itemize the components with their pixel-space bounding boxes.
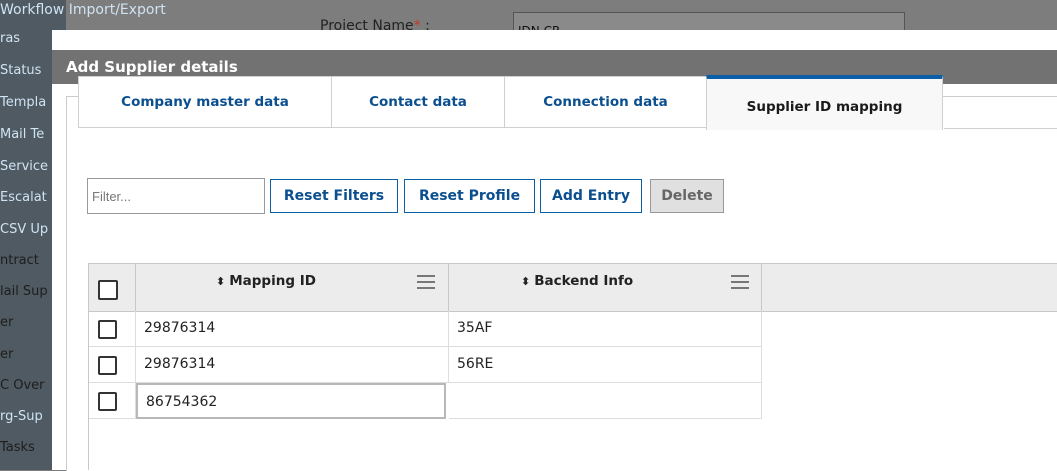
column-menu-icon[interactable]	[731, 275, 749, 289]
column-label: ⬍ Mapping ID	[216, 273, 316, 289]
reset-profile-button[interactable]: Reset Profile	[404, 179, 535, 213]
delete-button[interactable]: Delete	[650, 179, 724, 213]
column-header-mapping-id[interactable]: ⬍ Mapping ID	[136, 264, 449, 311]
table-row[interactable]: 29876314 56RE	[89, 347, 762, 383]
reset-filters-button[interactable]: Reset Filters	[270, 179, 398, 213]
row-select-cell	[89, 347, 136, 383]
filter-input[interactable]	[87, 178, 265, 214]
row-checkbox[interactable]	[98, 320, 117, 339]
add-entry-button[interactable]: Add Entry	[540, 179, 642, 213]
row-checkbox[interactable]	[98, 356, 117, 375]
sort-icon: ⬍	[521, 275, 531, 288]
mapping-id-edit-cell[interactable]: 86754362	[136, 383, 446, 419]
row-select-cell	[89, 383, 136, 419]
supplier-id-grid: ⬍ Mapping ID ⬍ Backend Info 29876314 35AF …	[88, 263, 1057, 470]
grid-header: ⬍ Mapping ID ⬍ Backend Info	[89, 263, 1057, 312]
tab-divider	[944, 128, 1057, 129]
row-checkbox[interactable]	[98, 392, 117, 411]
backend-info-cell[interactable]: 56RE	[449, 347, 762, 383]
column-menu-icon[interactable]	[417, 275, 435, 289]
tab-contact-data[interactable]: Contact data	[331, 76, 505, 128]
mapping-id-cell[interactable]: 29876314	[136, 311, 449, 347]
backend-info-cell[interactable]: 35AF	[449, 311, 762, 347]
select-all-checkbox[interactable]	[98, 280, 118, 300]
tab-company-master-data[interactable]: Company master data	[78, 76, 332, 128]
backend-info-cell[interactable]	[449, 383, 762, 419]
tab-connection-data[interactable]: Connection data	[504, 76, 707, 128]
workflow-import-export-link: Workflow Import/Export	[0, 2, 166, 18]
mapping-id-cell[interactable]: 29876314	[136, 347, 449, 383]
select-all-cell	[89, 264, 136, 311]
row-select-cell	[89, 311, 136, 347]
table-row[interactable]: 29876314 35AF	[89, 311, 762, 347]
column-label: ⬍ Backend Info	[521, 273, 634, 289]
table-row[interactable]: 86754362	[89, 383, 762, 419]
sort-icon: ⬍	[216, 275, 226, 288]
column-header-backend-info[interactable]: ⬍ Backend Info	[449, 264, 762, 311]
tab-supplier-id-mapping[interactable]: Supplier ID mapping	[706, 75, 943, 130]
